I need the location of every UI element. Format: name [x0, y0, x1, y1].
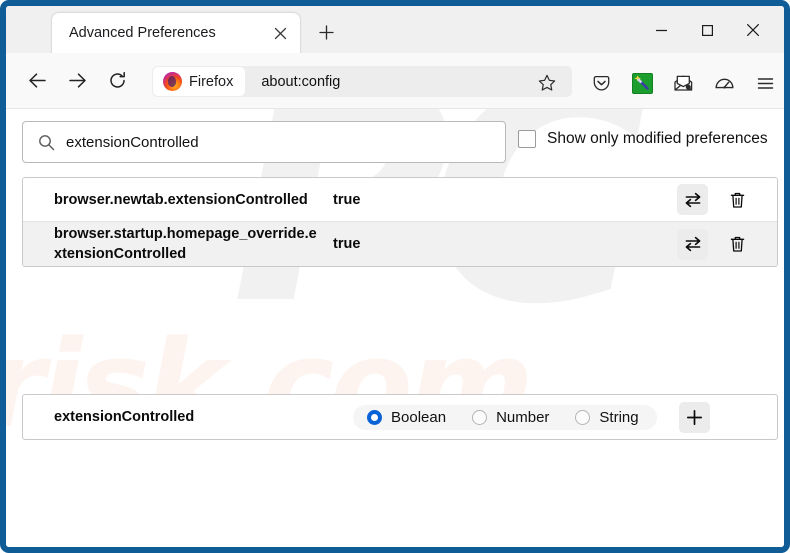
hamburger-menu-icon[interactable]: [750, 68, 780, 98]
add-preference-button[interactable]: [678, 401, 710, 433]
radio-boolean-label: Boolean: [391, 408, 447, 426]
pocket-icon[interactable]: [586, 68, 616, 98]
radio-string[interactable]: String: [575, 408, 639, 426]
show-modified-checkbox[interactable]: [518, 130, 536, 148]
forward-arrow-icon[interactable]: [60, 64, 94, 98]
firefox-chip-label: Firefox: [189, 73, 234, 90]
radio-boolean[interactable]: Boolean: [367, 409, 446, 426]
delete-icon[interactable]: [722, 184, 753, 215]
new-tab-button[interactable]: [311, 18, 341, 46]
maximize-button[interactable]: [684, 14, 730, 46]
tab-title: Advanced Preferences: [69, 25, 216, 41]
about-config-page: Show only modified preferences browser.n…: [6, 109, 784, 547]
tab-strip: Advanced Preferences: [6, 6, 784, 54]
bookmark-star-icon[interactable]: [534, 70, 560, 96]
show-modified-label: Show only modified preferences: [547, 130, 768, 147]
minimize-button[interactable]: [638, 14, 684, 46]
radio-number-dot[interactable]: [472, 409, 488, 425]
address-bar[interactable]: Firefox about:config: [152, 66, 572, 97]
back-arrow-icon[interactable]: [20, 64, 54, 98]
firefox-identity-chip: Firefox: [153, 67, 246, 96]
row-actions: [677, 228, 753, 260]
radio-boolean-dot[interactable]: [367, 409, 382, 425]
close-icon[interactable]: [267, 20, 293, 46]
firefox-logo-icon: [163, 72, 182, 91]
mail-icon[interactable]: [668, 68, 698, 98]
radio-number[interactable]: Number: [472, 409, 549, 426]
preference-name: browser.startup.homepage_override.extens…: [54, 226, 317, 262]
toggle-boolean-icon[interactable]: [677, 228, 708, 260]
search-input[interactable]: [66, 133, 505, 151]
address-bar-value[interactable]: about:config: [261, 74, 340, 90]
search-row: Show only modified preferences: [22, 121, 768, 163]
close-window-button[interactable]: [730, 14, 776, 46]
preference-search-box[interactable]: [22, 121, 506, 163]
extension-badge: [631, 72, 653, 94]
preference-value: true: [333, 191, 361, 208]
show-modified-preferences-toggle[interactable]: Show only modified preferences: [518, 130, 768, 148]
toolbar-icon-group: [586, 68, 780, 98]
radio-string-dot[interactable]: [575, 409, 591, 425]
tab-advanced-preferences[interactable]: Advanced Preferences: [51, 12, 301, 53]
new-preference-name: extensionControlled: [54, 409, 195, 425]
reload-icon[interactable]: [100, 64, 134, 98]
radio-number-label: Number: [496, 408, 550, 426]
row-actions: [677, 184, 753, 215]
table-row[interactable]: browser.newtab.extensionControlled true: [23, 178, 777, 222]
add-preference-row: extensionControlled Boolean Number Strin…: [22, 394, 778, 440]
speedometer-icon[interactable]: [709, 68, 739, 98]
preference-value: true: [333, 236, 361, 252]
window-inner: PC risk.com Advanced Preferences: [6, 6, 784, 547]
table-row[interactable]: browser.startup.homepage_override.extens…: [23, 222, 777, 266]
toggle-boolean-icon[interactable]: [677, 184, 708, 215]
browser-window: PC risk.com Advanced Preferences: [0, 0, 790, 553]
search-icon: [37, 133, 55, 151]
preference-list: browser.newtab.extensionControlled true: [22, 177, 778, 267]
radio-string-label: String: [599, 408, 639, 426]
preference-type-radio-group: Boolean Number String: [353, 404, 657, 430]
delete-icon[interactable]: [722, 229, 753, 260]
preference-name: browser.newtab.extensionControlled: [54, 191, 308, 208]
window-controls: [638, 14, 776, 46]
extension-icon[interactable]: [627, 68, 657, 98]
